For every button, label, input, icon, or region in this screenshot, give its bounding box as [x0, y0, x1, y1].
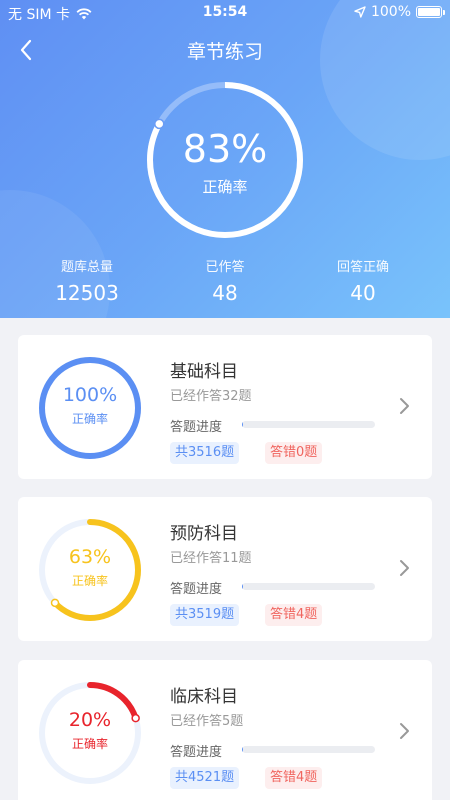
stat-value: 40: [350, 281, 376, 305]
subject-accuracy-ring: [39, 519, 141, 621]
wrong-count-tag: 答错4题: [265, 767, 323, 789]
answered-count: 已经作答11题: [170, 551, 252, 566]
summary-header: 无 SIM 卡 15:54 100% 章节练习 83% 正确率 题库总量 125…: [0, 0, 450, 318]
stat-value: 12503: [55, 281, 119, 305]
subject-title: 临床科目: [170, 687, 238, 707]
subject-title: 基础科目: [170, 362, 238, 382]
chevron-right-icon: [400, 723, 409, 739]
overall-accuracy-value: 83%: [182, 127, 268, 171]
subject-accuracy-value: 20%: [68, 709, 112, 731]
stat-label: 已作答: [205, 260, 245, 275]
progress-label: 答题进度: [170, 745, 223, 760]
battery-icon: [416, 6, 445, 18]
accuracy-arc-end-dot: [50, 598, 60, 608]
chevron-right-icon: [400, 560, 409, 576]
subject-accuracy-ring: [39, 357, 141, 459]
subject-card[interactable]: 20% 正确率 临床科目 已经作答5题 答题进度 共4521题 答错4题: [18, 660, 432, 800]
subject-accuracy-label: 正确率: [71, 574, 108, 588]
total-questions-tag: 共4521题: [170, 767, 240, 789]
stat-label: 题库总量: [60, 260, 113, 275]
subject-accuracy-ring: [39, 682, 141, 784]
wrong-count-tag: 答错0题: [265, 442, 323, 464]
page-title: 章节练习: [186, 41, 263, 63]
subject-card[interactable]: 63% 正确率 预防科目 已经作答11题 答题进度 共3519题 答错4题: [18, 497, 432, 641]
wrong-count-tag: 答错4题: [265, 604, 323, 626]
battery-percent: 100%: [370, 4, 411, 20]
progress-bar: [242, 421, 375, 428]
stat-label: 回答正确: [336, 260, 389, 275]
progress-label: 答题进度: [170, 582, 223, 597]
subject-card[interactable]: 100% 正确率 基础科目 已经作答32题 答题进度 共3516题 答错0题: [18, 335, 432, 479]
answered-count: 已经作答32题: [170, 389, 252, 404]
location-arrow-icon: [354, 6, 366, 18]
overall-accuracy-label: 正确率: [202, 178, 248, 196]
subject-accuracy-label: 正确率: [71, 737, 108, 751]
status-bar: 无 SIM 卡 15:54 100%: [0, 0, 450, 26]
answered-count: 已经作答5题: [170, 714, 244, 729]
progress-fill: [242, 421, 244, 428]
accuracy-arc: [39, 357, 141, 459]
subject-accuracy-value: 100%: [62, 384, 118, 406]
stat-correct: 回答正确 40: [303, 256, 423, 305]
total-questions-tag: 共3516题: [170, 442, 240, 464]
subject-title: 预防科目: [170, 524, 238, 544]
total-questions-tag: 共3519题: [170, 604, 240, 626]
subject-accuracy-label: 正确率: [71, 412, 108, 426]
stat-value: 48: [212, 281, 238, 305]
progress-bar: [242, 583, 375, 590]
stat-total-questions: 题库总量 12503: [27, 256, 147, 305]
progress-label: 答题进度: [170, 420, 223, 435]
progress-bar: [242, 746, 375, 753]
nav-bar: 章节练习: [0, 34, 450, 66]
chevron-right-icon: [400, 398, 409, 414]
stat-answered: 已作答 48: [165, 256, 285, 305]
subject-accuracy-value: 63%: [68, 546, 112, 568]
